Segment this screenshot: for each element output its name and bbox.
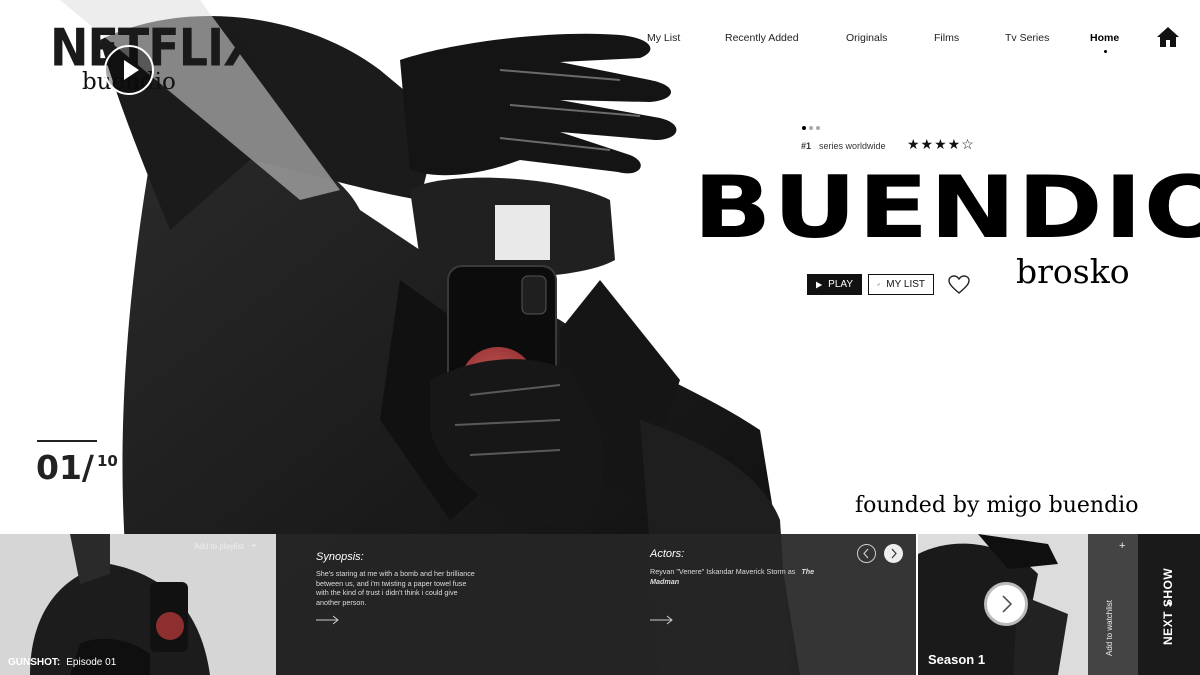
synopsis-heading: Synopsis: — [316, 551, 364, 563]
episode-number: Episode 01 — [66, 657, 117, 668]
my-list-label: MY LIST — [886, 279, 925, 290]
plus-icon: + — [251, 541, 257, 552]
rank-line: #1 series worldwide — [801, 141, 886, 151]
nav-recently-added[interactable]: Recently Added — [725, 32, 799, 44]
next-show-label: NEXT SHOW — [1161, 567, 1175, 645]
play-button[interactable]: PLAY — [807, 274, 862, 295]
heart-icon[interactable] — [948, 275, 970, 295]
actors-text: Reyvan "Venere" Iskandar Maverick Storm … — [650, 567, 820, 586]
nav-films[interactable]: Films — [934, 32, 959, 44]
actors-arrow-icon[interactable] — [650, 615, 674, 625]
show-title: BUENDIO — [693, 158, 1200, 258]
slide-counter: 01/10 — [36, 448, 118, 487]
nav-home[interactable]: Home — [1090, 32, 1119, 44]
nav-my-list[interactable]: My List — [647, 32, 680, 44]
rank-number: #1 — [801, 141, 812, 151]
watchlist-label: Add to watchlist — [1105, 599, 1114, 656]
chevron-right-icon — [891, 548, 897, 559]
episode-thumbnail[interactable] — [0, 534, 276, 675]
counter-total: 10 — [96, 452, 118, 470]
prev-button[interactable] — [857, 544, 876, 563]
play-icon — [816, 281, 823, 288]
season-next-button[interactable] — [984, 582, 1028, 626]
synopsis-arrow-icon[interactable] — [316, 615, 340, 625]
nav-originals[interactable]: Originals — [846, 32, 887, 44]
add-to-playlist[interactable]: Add to playlist + — [194, 541, 257, 552]
next-show-button[interactable]: NEXT SHOW — [1138, 534, 1200, 675]
next-button[interactable] — [884, 544, 903, 563]
synopsis-text: She's staring at me with a bomb and her … — [316, 569, 475, 607]
season-label: Season 1 — [928, 652, 986, 667]
episode-play-button[interactable] — [104, 45, 154, 95]
home-icon[interactable] — [1156, 26, 1180, 48]
check-icon — [877, 283, 881, 286]
plus-icon: + — [1119, 540, 1126, 552]
rank-text: series worldwide — [819, 141, 886, 151]
top-nav: My List Recently Added Originals Films T… — [620, 26, 1180, 56]
show-name: GUNSHOT: — [8, 657, 61, 668]
add-to-playlist-label: Add to playlist — [194, 542, 244, 551]
show-subtitle: brosko — [1016, 252, 1130, 291]
founded-tagline: founded by migo buendio — [855, 493, 1139, 518]
add-to-watchlist-button[interactable]: Add to watchlist + — [1088, 534, 1138, 675]
nav-tv-series[interactable]: Tv Series — [1005, 32, 1049, 44]
episode-label: GUNSHOT: Episode 01 — [8, 657, 116, 668]
slide-dots — [802, 126, 820, 130]
chevron-left-icon — [863, 548, 869, 559]
my-list-button[interactable]: MY LIST — [868, 274, 934, 295]
rating-stars: ★★★★☆ — [907, 136, 975, 152]
actors-heading: Actors: — [650, 548, 685, 560]
counter-current: 01/ — [36, 448, 94, 487]
chevron-right-icon — [1002, 595, 1013, 613]
counter-divider — [37, 440, 97, 442]
slide-dot[interactable] — [809, 126, 813, 130]
slide-dot[interactable] — [816, 126, 820, 130]
play-label: PLAY — [828, 279, 853, 290]
active-indicator — [1104, 50, 1107, 53]
thumbnail-figure — [0, 534, 276, 675]
actors-names: Reyvan "Venere" Iskandar Maverick Storm … — [650, 567, 796, 576]
slide-dot[interactable] — [802, 126, 806, 130]
play-icon — [124, 60, 139, 80]
